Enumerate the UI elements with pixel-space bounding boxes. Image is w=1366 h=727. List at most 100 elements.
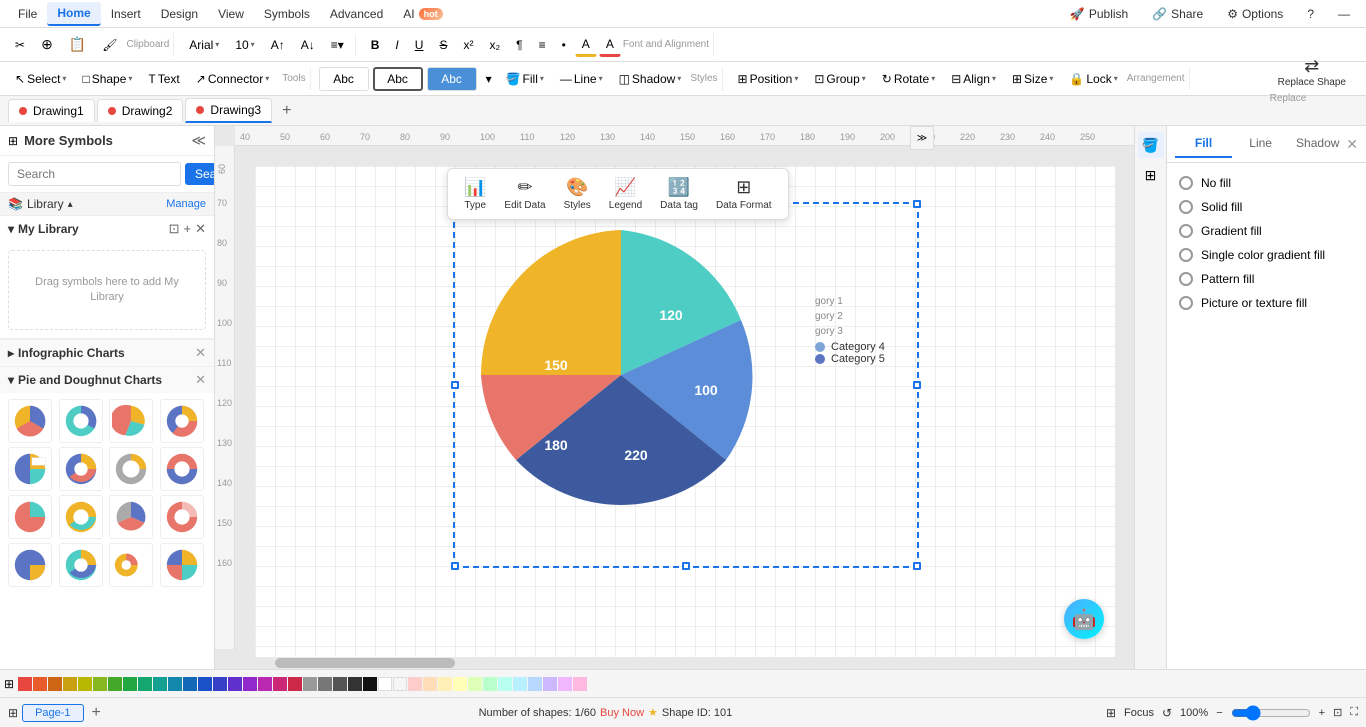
handle-bm[interactable] [682,562,690,570]
fullscreen-icon[interactable]: ⛶ [1350,706,1358,719]
color-swatch-indigo[interactable] [213,677,227,691]
menu-insert[interactable]: Insert [101,3,151,25]
select-button[interactable]: ↖ Select ▾ [8,68,73,90]
add-drawing-button[interactable]: + [274,98,299,124]
symbol-item-pie8[interactable] [109,495,153,539]
color-swatch-purple[interactable] [243,677,257,691]
bold-button[interactable]: B [364,34,387,56]
color-swatch-amber[interactable] [63,677,77,691]
color-swatch-crimson[interactable] [288,677,302,691]
add-page-button[interactable]: + [88,704,105,722]
color-swatch-aqua[interactable] [498,677,512,691]
texture-fill-option[interactable]: Picture or texture fill [1175,291,1358,315]
symbol-item-pie13[interactable] [160,543,204,587]
symbol-item-donut2[interactable] [109,447,153,491]
symbol-item-pie1[interactable] [8,399,52,443]
symbol-item-pie10[interactable] [8,543,52,587]
manage-button[interactable]: Manage [166,198,206,210]
font-color-button[interactable]: A [599,33,621,57]
no-fill-option[interactable]: No fill [1175,171,1358,195]
color-swatch-teal[interactable] [153,677,167,691]
menu-ai[interactable]: AI hot [393,3,452,25]
symbol-item-pie6[interactable] [8,495,52,539]
zoom-slider[interactable] [1231,705,1311,721]
menu-view[interactable]: View [208,3,254,25]
help-button[interactable]: ? [1299,4,1322,24]
style-sample-3[interactable]: Abc [427,67,477,91]
color-swatch-near-black[interactable] [363,677,377,691]
infographic-charts-section[interactable]: ▸ Infographic Charts ✕ [0,339,214,366]
text-highlight-button[interactable]: A [575,33,597,57]
color-swatch-light-yellow[interactable] [438,677,452,691]
page-tab-1[interactable]: Page-1 [22,704,83,722]
color-swatch-green[interactable] [108,677,122,691]
symbol-item-pie3[interactable] [109,399,153,443]
format-painter-button[interactable]: 🖌 [95,34,124,56]
font-family-select[interactable]: Arial ▾ [182,34,226,56]
symbol-item-pie11[interactable] [59,543,103,587]
symbol-item-pie5[interactable] [8,447,52,491]
chart-edit-data-button[interactable]: ✏ Edit Data [496,173,553,215]
lock-button[interactable]: 🔒 Lock ▾ [1062,68,1124,90]
color-swatch-magenta[interactable] [258,677,272,691]
buy-now-link[interactable]: Buy Now [600,707,644,719]
pattern-fill-option[interactable]: Pattern fill [1175,267,1358,291]
collapse-panel-button[interactable]: ≪ [191,132,206,149]
my-library-export-icon[interactable]: ⊡ [169,221,180,237]
shape-button[interactable]: □ Shape ▾ [75,68,139,90]
color-swatch-darker-gray[interactable] [348,677,362,691]
fit-page-icon[interactable]: ⊡ [1333,706,1342,719]
infographic-charts-close-icon[interactable]: ✕ [195,345,206,361]
chart-legend-button[interactable]: 📈 Legend [601,173,650,215]
color-swatch-light-red[interactable] [408,677,422,691]
search-input[interactable] [8,162,181,186]
symbol-item-pie4[interactable] [160,399,204,443]
shadow-tab[interactable]: Shadow [1289,130,1346,158]
zoom-in-icon[interactable]: + [1319,707,1325,719]
ai-chat-button[interactable]: 🤖 [1064,599,1104,639]
line-tab[interactable]: Line [1232,130,1289,158]
style-sample-1[interactable]: Abc [319,67,369,91]
tab-drawing1[interactable]: Drawing1 [8,99,95,122]
menu-symbols[interactable]: Symbols [254,3,320,25]
menu-home[interactable]: Home [47,2,100,26]
shadow-button[interactable]: ◫ Shadow ▾ [612,68,689,90]
fill-panel-icon[interactable]: 🪣 [1138,132,1164,158]
options-button[interactable]: ⚙ Options [1219,4,1291,24]
handle-bl[interactable] [451,562,459,570]
scrollbar-thumb[interactable] [275,658,455,668]
group-button[interactable]: ⊡ Group ▾ [807,68,872,90]
color-swatch-teal-green[interactable] [138,677,152,691]
color-swatch-white[interactable] [378,677,392,691]
chart-data-tag-button[interactable]: 🔢 Data tag [652,173,706,215]
pie-chart[interactable]: 150 120 100 220 180 [461,220,781,530]
color-swatch-emerald[interactable] [123,677,137,691]
styles-expand-button[interactable]: ▾ [481,67,497,91]
color-swatch-lilac[interactable] [558,677,572,691]
window-min-button[interactable]: — [1330,4,1358,24]
line-spacing-button[interactable]: ≡ [532,34,553,56]
color-swatch-sky[interactable] [513,677,527,691]
pie-doughnut-section[interactable]: ▾ Pie and Doughnut Charts ✕ [0,366,214,393]
solid-fill-option[interactable]: Solid fill [1175,195,1358,219]
underline-button[interactable]: U [408,34,431,56]
text-direction-button[interactable]: ¶ [509,34,529,56]
menu-file[interactable]: File [8,3,47,25]
color-swatch-lime[interactable] [93,677,107,691]
color-swatch-blue[interactable] [183,677,197,691]
gradient-fill-option[interactable]: Gradient fill [1175,219,1358,243]
close-right-panel-icon[interactable]: ✕ [1346,136,1358,153]
symbol-item-donut3[interactable] [160,447,204,491]
symbol-item-pie9[interactable] [160,495,204,539]
search-button[interactable]: Search [185,163,215,185]
tab-drawing2[interactable]: Drawing2 [97,99,184,122]
color-swatch-dark-gray[interactable] [333,677,347,691]
fill-button[interactable]: 🪣 Fill ▾ [499,68,551,90]
rotate-button[interactable]: ↻ Rotate ▾ [875,68,942,90]
pie-doughnut-close-icon[interactable]: ✕ [195,372,206,388]
strikethrough-button[interactable]: S [432,34,454,56]
color-swatch-orange[interactable] [48,677,62,691]
focus-label[interactable]: Focus [1124,707,1154,719]
color-swatch-light-blue[interactable] [528,677,542,691]
symbol-item-pie2[interactable] [59,399,103,443]
